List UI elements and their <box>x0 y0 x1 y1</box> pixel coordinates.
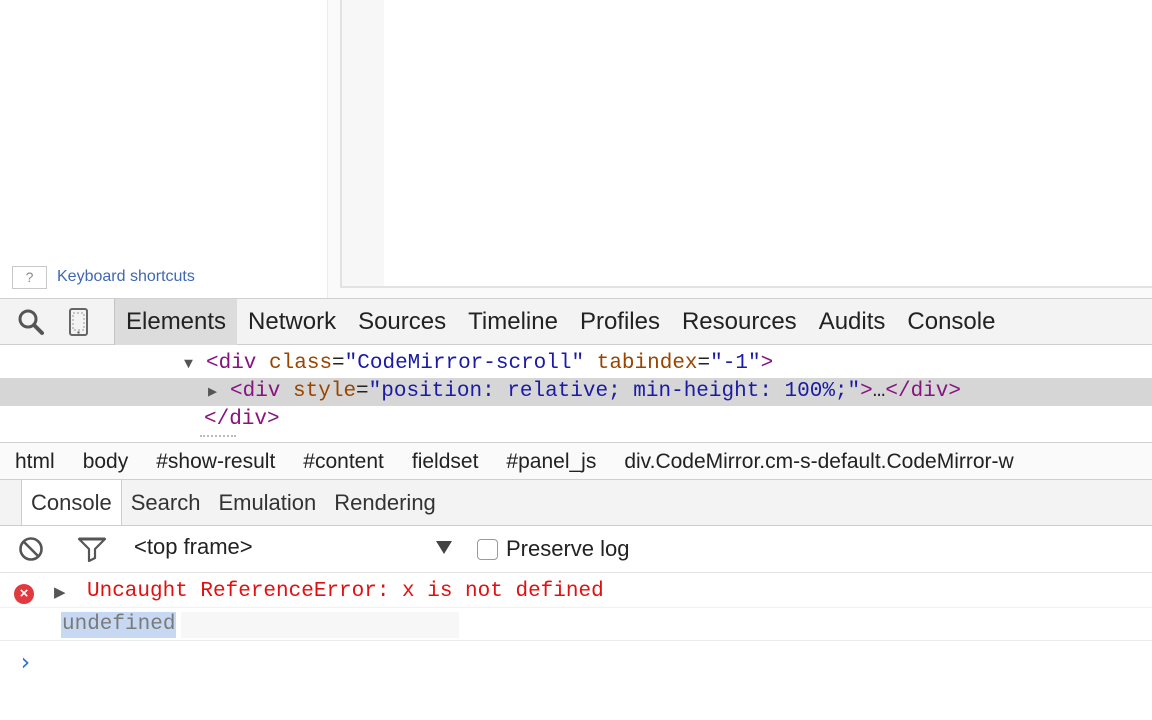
breadcrumb: html body #show-result #content fieldset… <box>0 442 1152 480</box>
tab-timeline[interactable]: Timeline <box>457 299 569 345</box>
attr-value: "-1" <box>710 352 761 375</box>
breadcrumb-item[interactable]: #content <box>289 443 398 479</box>
attr-name: class <box>269 352 333 375</box>
expand-triangle-icon[interactable]: ▶ <box>54 583 66 601</box>
result-gutter <box>342 0 384 286</box>
filter-icon[interactable] <box>77 536 107 567</box>
frame-selector[interactable]: <top frame> <box>134 534 253 560</box>
dropdown-arrow-icon[interactable] <box>436 541 452 554</box>
console-toolbar: <top frame> Preserve log <box>0 526 1152 573</box>
tag-close: > <box>760 352 774 375</box>
tag-end: </div> <box>204 408 280 431</box>
preserve-log-checkbox[interactable] <box>477 539 498 560</box>
tab-network[interactable]: Network <box>237 299 347 345</box>
keyboard-shortcuts-link[interactable]: Keyboard shortcuts <box>57 268 195 286</box>
drawer-tab-rendering[interactable]: Rendering <box>325 480 445 525</box>
breadcrumb-item[interactable]: #panel_js <box>492 443 610 479</box>
result-value: undefined <box>61 612 177 638</box>
search-icon[interactable] <box>16 307 46 337</box>
drawer-tab-search[interactable]: Search <box>122 480 210 525</box>
preserve-log-label[interactable]: Preserve log <box>506 536 630 562</box>
tag-end: </div> <box>885 380 961 403</box>
dom-node-codemirror-scroll[interactable]: ▼ <div class="CodeMirror-scroll" tabindex… <box>0 350 1152 378</box>
clear-console-icon[interactable] <box>18 536 44 567</box>
drawer-tab-console[interactable]: Console <box>21 480 122 525</box>
drawer-tab-emulation[interactable]: Emulation <box>209 480 325 525</box>
breadcrumb-item[interactable]: fieldset <box>398 443 493 479</box>
attr-value: "position: relative; min-height: 100%;" <box>368 380 861 403</box>
console-messages: × ▶ Uncaught ReferenceError: x is not de… <box>0 574 1152 720</box>
dom-tree: ▼ <div class="CodeMirror-scroll" tabindex… <box>0 345 1152 442</box>
console-prompt-icon[interactable]: › <box>18 648 32 676</box>
expanded-triangle-icon[interactable]: ▼ <box>184 351 206 379</box>
tab-profiles[interactable]: Profiles <box>569 299 671 345</box>
breadcrumb-item[interactable]: div.CodeMirror.cm-s-default.CodeMirror-w <box>610 443 1027 479</box>
attr-name: tabindex <box>596 352 698 375</box>
page-viewport: ? Keyboard shortcuts <box>0 0 1152 298</box>
tab-audits[interactable]: Audits <box>808 299 897 345</box>
device-mode-icon[interactable] <box>66 307 96 337</box>
panel-tabs: Elements Network Sources Timeline Profil… <box>114 299 1006 345</box>
collapsed-triangle-icon[interactable]: ▶ <box>208 379 230 407</box>
error-icon: × <box>14 584 34 604</box>
collapsed-ellipsis[interactable]: … <box>873 380 886 403</box>
attr-name: style <box>293 380 357 403</box>
devtools-toolbar: Elements Network Sources Timeline Profil… <box>0 298 1152 345</box>
drawer-tabs: Console Search Emulation Rendering <box>0 480 1152 526</box>
result-highlight <box>181 612 459 638</box>
console-error-message[interactable]: × ▶ Uncaught ReferenceError: x is not de… <box>0 574 1152 608</box>
dom-node-selected[interactable]: ▶ <div style="position: relative; min-hei… <box>0 378 1152 406</box>
tab-console[interactable]: Console <box>896 299 1006 345</box>
tab-sources[interactable]: Sources <box>347 299 457 345</box>
truncated-line <box>200 435 236 441</box>
tab-elements[interactable]: Elements <box>114 299 238 345</box>
tag-close: > <box>860 380 873 403</box>
attr-value: "CodeMirror-scroll" <box>344 352 585 375</box>
error-text: Uncaught ReferenceError: x is not define… <box>87 580 604 603</box>
tab-resources[interactable]: Resources <box>671 299 808 345</box>
breadcrumb-item[interactable]: #show-result <box>142 443 289 479</box>
left-pane: ? Keyboard shortcuts <box>0 0 328 298</box>
breadcrumb-item[interactable]: html <box>0 443 69 479</box>
console-result: undefined <box>0 609 1152 641</box>
result-frame <box>340 0 1152 288</box>
keyboard-help-key[interactable]: ? <box>12 266 47 289</box>
dom-node-close[interactable]: </div> <box>0 406 1152 434</box>
tag-open: <div <box>230 380 281 403</box>
tag-open: <div <box>206 352 257 375</box>
breadcrumb-item[interactable]: body <box>69 443 143 479</box>
